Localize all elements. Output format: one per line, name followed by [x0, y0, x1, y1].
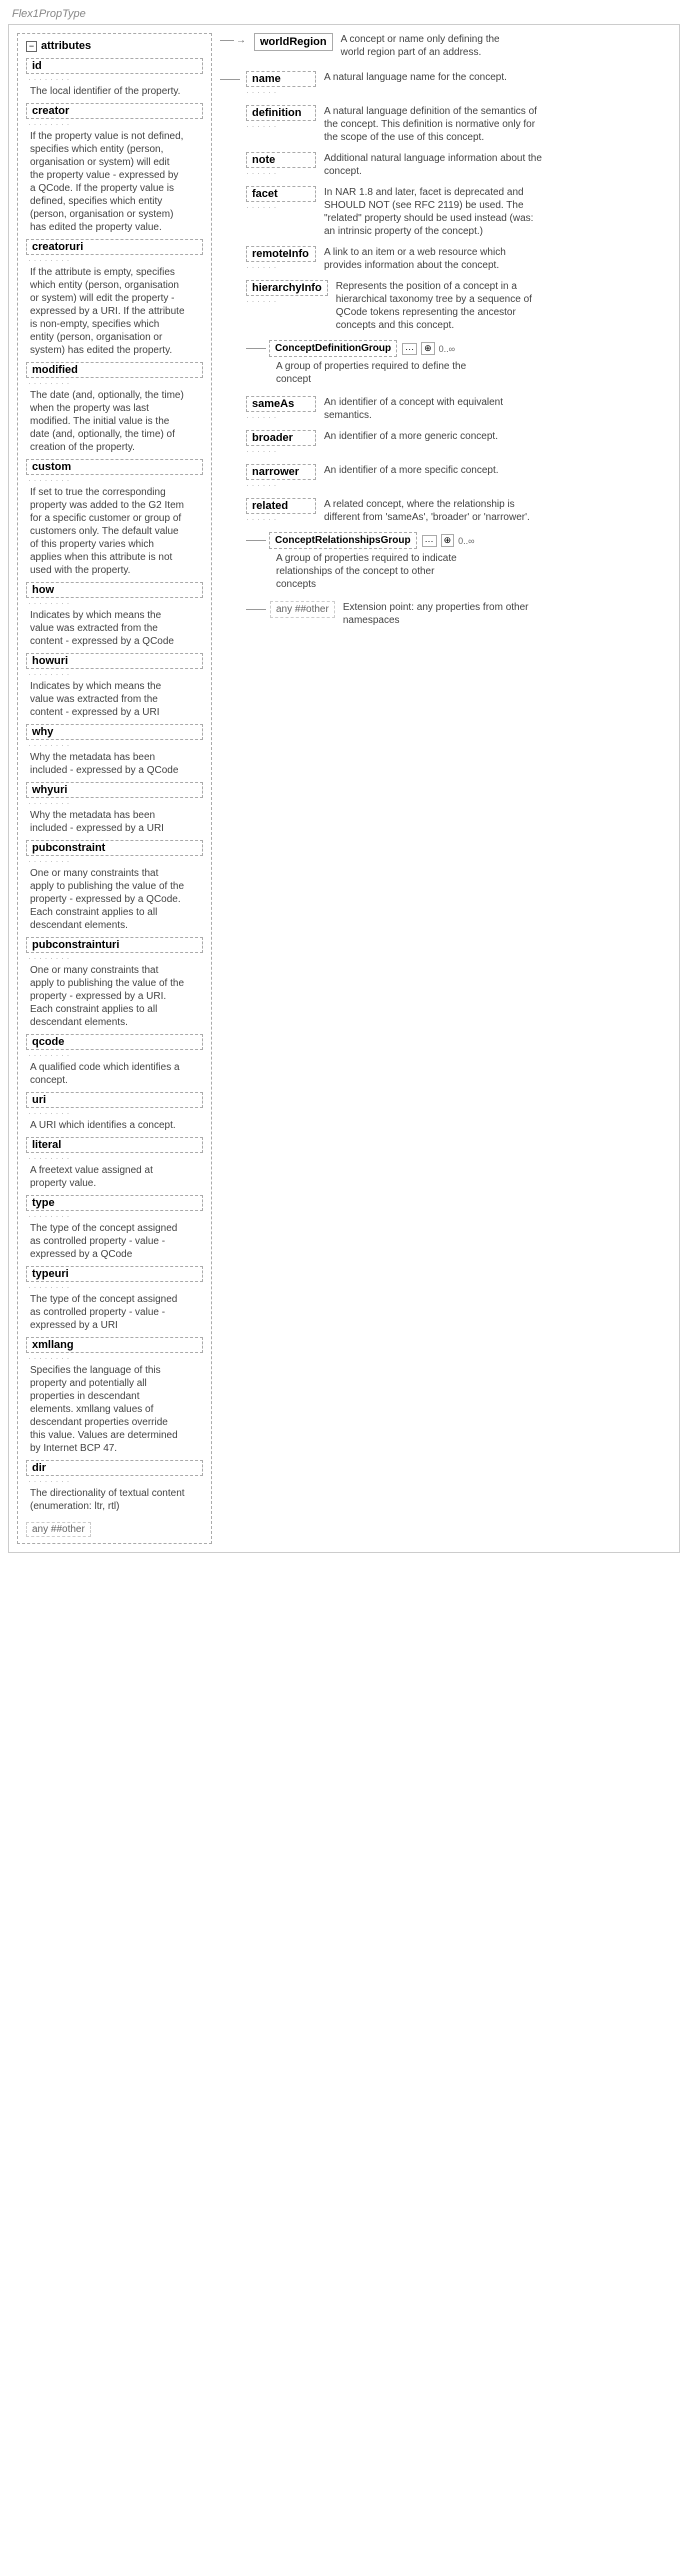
attr-typeuri: typeuri · · · · · · · · The type of the … [26, 1266, 203, 1332]
attr-xmllang: xmllang · · · · · · · · Specifies the la… [26, 1337, 203, 1455]
attr-dir: dir · · · · · · · · The directionality o… [26, 1460, 203, 1513]
attr-howuri: howuri · · · · · · · · Indicates by whic… [26, 653, 203, 719]
attr-pubconstrainturi-label: pubconstrainturi [26, 937, 203, 953]
world-region-row: → worldRegion A concept or name only def… [220, 33, 501, 59]
attr-type-label: type [26, 1195, 203, 1211]
attr-howuri-label: howuri [26, 653, 203, 669]
right-note-label: note [246, 152, 316, 168]
attributes-header: − attributes [26, 40, 203, 52]
attributes-label: attributes [41, 40, 91, 52]
right-sameas-label: sameAs [246, 396, 316, 412]
world-region-name: worldRegion [260, 36, 327, 48]
concept-relationships-connector: ··· [422, 535, 437, 547]
attr-why: why · · · · · · · · Why the metadata has… [26, 724, 203, 777]
attr-type: type · · · · · · · · The type of the con… [26, 1195, 203, 1261]
attributes-section: − attributes id · · · · · · · · The loca… [17, 33, 212, 1544]
concept-relationships-group-section: ConceptRelationshipsGroup ··· ⊕ 0..∞ A g… [246, 532, 671, 591]
right-broader-label: broader [246, 430, 316, 446]
bottom-any-other-row: any ##other Extension point: any propert… [246, 601, 671, 627]
attr-creator: creator · · · · · · · · If the property … [26, 103, 203, 234]
attr-xmllang-label: xmllang [26, 1337, 203, 1353]
concept-definition-group-box: ConceptDefinitionGroup [269, 340, 397, 357]
bottom-any-other-desc: Extension point: any properties from oth… [343, 601, 543, 627]
attr-literal-label: literal [26, 1137, 203, 1153]
right-hierarchyinfo-label: hierarchyInfo [246, 280, 328, 296]
bottom-any-other-box: any ##other [270, 601, 335, 618]
right-item-narrower: narrower · · · · · · An identifier of a … [246, 464, 671, 490]
right-item-related: related · · · · · · A related concept, w… [246, 498, 671, 524]
attr-custom: custom · · · · · · · · If set to true th… [26, 459, 203, 577]
attr-pubconstraint-label: pubconstraint [26, 840, 203, 856]
attr-whyuri-label: whyuri [26, 782, 203, 798]
any-other-item: any ##other [26, 1522, 91, 1537]
concept-definition-group-section: ConceptDefinitionGroup ··· ⊕ 0..∞ A grou… [246, 340, 671, 386]
attr-how: how · · · · · · · · Indicates by which m… [26, 582, 203, 648]
right-related-label: related [246, 498, 316, 514]
concept-definition-ellipsis: ⊕ [421, 342, 435, 355]
attr-qcode-label: qcode [26, 1034, 203, 1050]
attr-creator-label: creator [26, 103, 203, 119]
attr-literal: literal · · · · · · · · A freetext value… [26, 1137, 203, 1190]
attr-modified: modified · · · · · · · · The date (and, … [26, 362, 203, 454]
attr-pubconstraint: pubconstraint · · · · · · · · One or man… [26, 840, 203, 932]
attr-id: id · · · · · · · · The local identifier … [26, 58, 203, 98]
concept-definition-group-desc: A group of properties required to define… [276, 360, 476, 386]
right-item-sameas: sameAs · · · · · · An identifier of a co… [246, 396, 671, 422]
concept-definition-cardinality: 0..∞ [439, 344, 455, 354]
right-item-note: note · · · · · · Additional natural lang… [246, 152, 671, 178]
attr-custom-label: custom [26, 459, 203, 475]
world-region-box: worldRegion [254, 33, 333, 51]
attr-modified-label: modified [26, 362, 203, 378]
right-remoteinfo-label: remoteInfo [246, 246, 316, 262]
right-item-definition: definition · · · · · · A natural languag… [246, 105, 671, 144]
attr-creatoruri-label: creatoruri [26, 239, 203, 255]
world-region-desc: A concept or name only defining the worl… [341, 33, 501, 59]
right-narrower-label: narrower [246, 464, 316, 480]
attr-whyuri: whyuri · · · · · · · · Why the metadata … [26, 782, 203, 835]
attr-pubconstrainturi: pubconstrainturi · · · · · · · · One or … [26, 937, 203, 1029]
concept-relationships-group-box: ConceptRelationshipsGroup [269, 532, 417, 549]
right-name-label: name [246, 71, 316, 87]
concept-relationships-ellipsis: ⊕ [441, 534, 455, 547]
attr-why-label: why [26, 724, 203, 740]
right-facet-label: facet [246, 186, 316, 202]
attribute-list: id · · · · · · · · The local identifier … [26, 58, 203, 1537]
right-item-name: name · · · · · · A natural language name… [246, 71, 671, 97]
right-item-facet: facet · · · · · · In NAR 1.8 and later, … [246, 186, 671, 238]
concept-relationships-cardinality: 0..∞ [458, 536, 474, 546]
right-item-remoteinfo: remoteInfo · · · · · · A link to an item… [246, 246, 671, 272]
attr-creatoruri: creatoruri · · · · · · · · If the attrib… [26, 239, 203, 357]
attr-uri: uri · · · · · · · · A URI which identifi… [26, 1092, 203, 1132]
attr-uri-label: uri [26, 1092, 203, 1108]
attr-how-label: how [26, 582, 203, 598]
collapse-attributes-button[interactable]: − [26, 41, 37, 52]
attr-id-label: id [26, 58, 203, 74]
concept-definition-connector: ··· [402, 343, 417, 355]
right-item-broader: broader · · · · · · An identifier of a m… [246, 430, 671, 456]
diagram: Flex1PropType − attributes id [0, 0, 688, 1561]
right-item-hierarchyinfo: hierarchyInfo · · · · · · Represents the… [246, 280, 671, 332]
right-definition-label: definition [246, 105, 316, 121]
attr-dir-label: dir [26, 1460, 203, 1476]
flex-prop-type-title: Flex1PropType [12, 8, 680, 20]
attr-qcode: qcode · · · · · · · · A qualified code w… [26, 1034, 203, 1087]
concept-relationships-group-desc: A group of properties required to indica… [276, 552, 476, 591]
attr-typeuri-label: typeuri [26, 1266, 203, 1282]
